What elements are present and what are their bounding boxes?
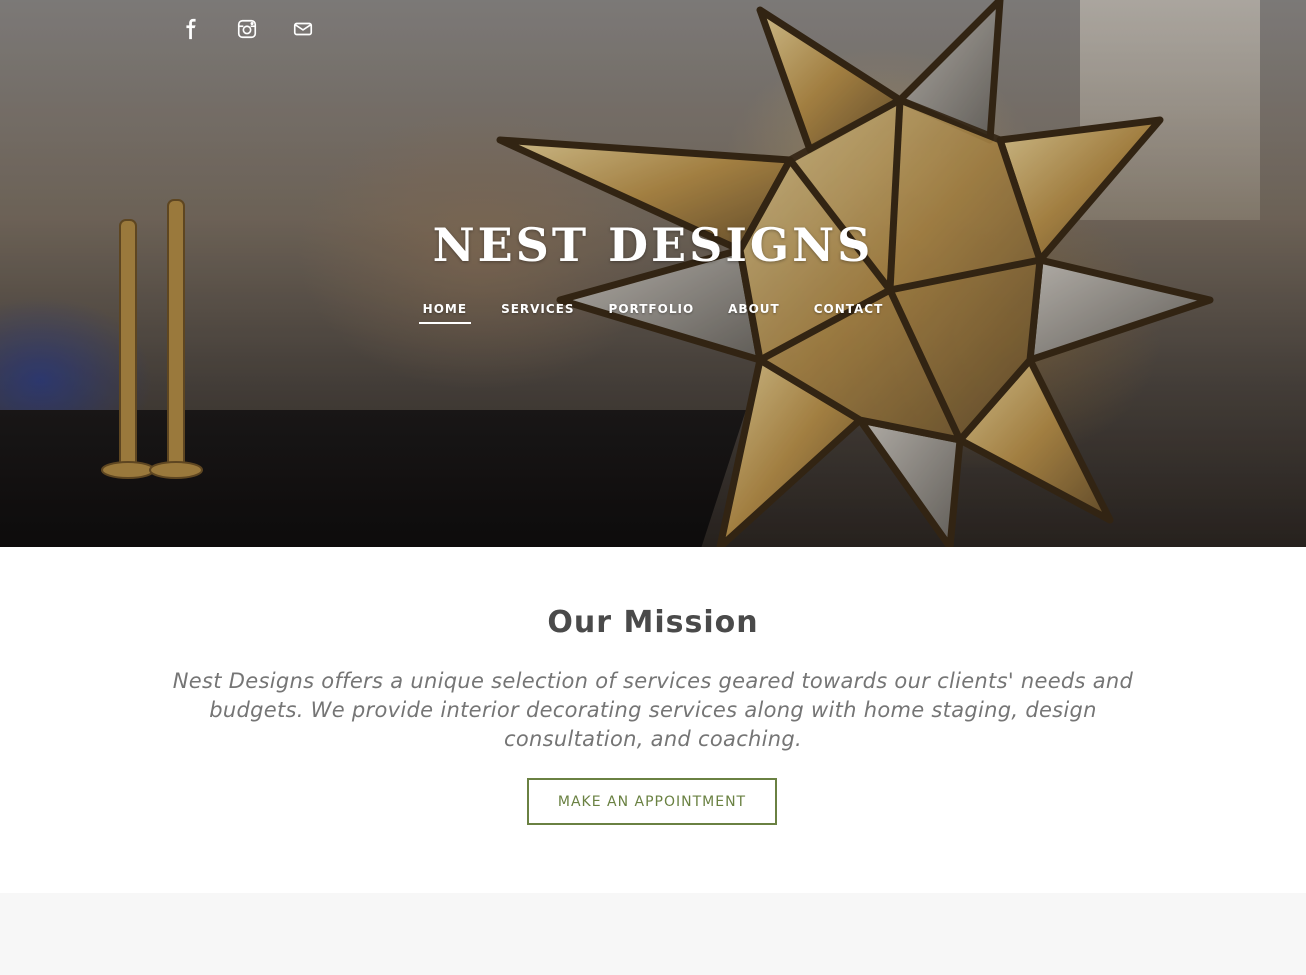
social-links bbox=[178, 16, 316, 42]
mission-text: Nest Designs offers a unique selection o… bbox=[172, 669, 1134, 751]
mission-section: Our Mission Nest Designs offers a unique… bbox=[0, 547, 1306, 893]
main-nav: HOME SERVICES PORTFOLIO ABOUT CONTACT bbox=[0, 302, 1306, 324]
nav-item-portfolio[interactable]: PORTFOLIO bbox=[605, 302, 699, 324]
site-title[interactable]: NEST DESIGNS bbox=[0, 218, 1306, 272]
instagram-icon bbox=[237, 19, 257, 39]
next-section bbox=[0, 893, 1306, 975]
facebook-icon bbox=[186, 18, 196, 40]
mission-title: Our Mission bbox=[547, 605, 759, 640]
nav-item-about[interactable]: ABOUT bbox=[724, 302, 784, 324]
facebook-link[interactable] bbox=[178, 16, 204, 42]
email-link[interactable] bbox=[290, 16, 316, 42]
hero-banner: NEST DESIGNS HOME SERVICES PORTFOLIO ABO… bbox=[0, 0, 1306, 547]
mail-icon bbox=[293, 22, 313, 36]
nav-item-home[interactable]: HOME bbox=[418, 302, 472, 324]
nav-item-contact[interactable]: CONTACT bbox=[810, 302, 888, 324]
hero-overlay bbox=[0, 0, 1306, 547]
instagram-link[interactable] bbox=[234, 16, 260, 42]
nav-item-services[interactable]: SERVICES bbox=[497, 302, 578, 324]
make-appointment-button[interactable]: MAKE AN APPOINTMENT bbox=[527, 778, 777, 825]
